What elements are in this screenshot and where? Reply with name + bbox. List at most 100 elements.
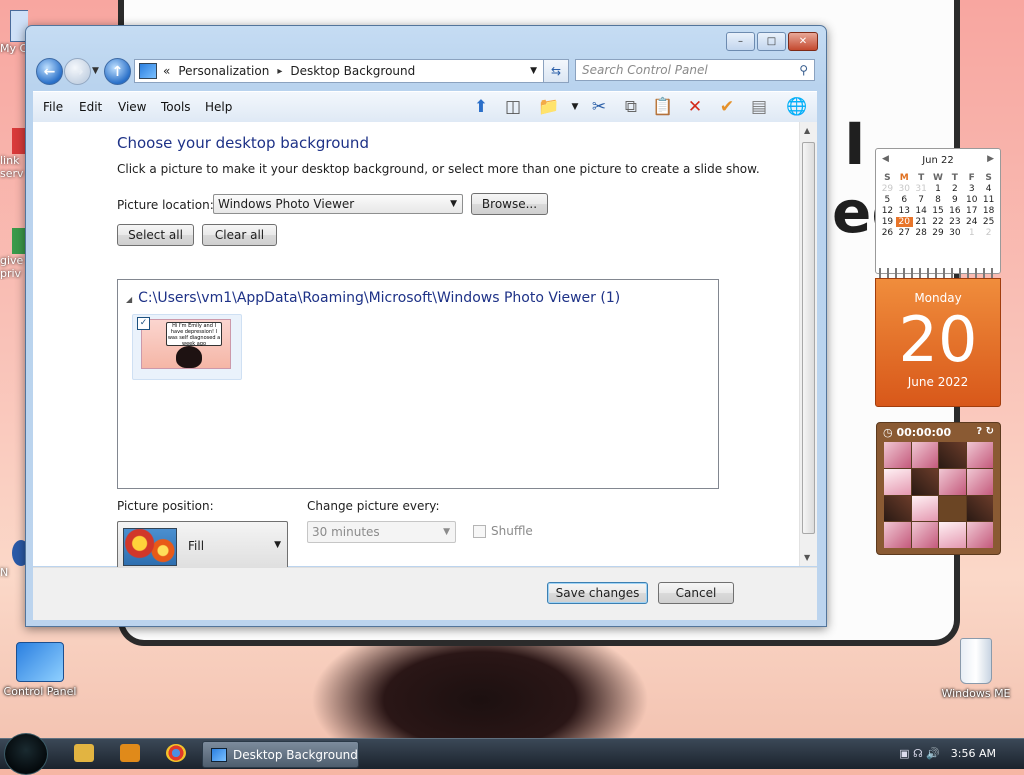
globe-icon[interactable]: 🌐 (785, 96, 809, 118)
calendar-day[interactable]: 2 (980, 228, 997, 238)
explorer-taskbar-icon[interactable] (74, 744, 94, 762)
delete-icon[interactable]: ✕ (683, 96, 707, 118)
shuffle-checkbox[interactable]: Shuffle (473, 524, 533, 538)
close-button[interactable]: ✕ (788, 32, 818, 51)
maximize-button[interactable]: □ (757, 32, 786, 51)
group-header[interactable]: ◢ C:\Users\vm1\AppData\Roaming\Microsoft\… (126, 290, 708, 306)
chrome-taskbar-icon[interactable] (166, 744, 186, 762)
up-button[interactable]: ↑ (104, 58, 131, 85)
search-input[interactable]: Search Control Panel ⚲ (575, 59, 815, 81)
puzzle-tile[interactable] (966, 495, 993, 522)
shuffle-box[interactable] (473, 524, 486, 538)
pane-icon[interactable]: ◫ (501, 96, 525, 118)
calendar-day[interactable]: 7 (913, 195, 930, 205)
puzzle-tiles[interactable] (884, 442, 993, 548)
paste-icon[interactable]: 📋 (651, 96, 675, 118)
calendar-day[interactable]: 29 (930, 228, 947, 238)
calendar-day[interactable]: 15 (930, 206, 947, 216)
puzzle-tile[interactable] (884, 495, 911, 522)
calendar-gadget-day[interactable]: Monday 20 June 2022 (875, 278, 1001, 407)
calendar-day[interactable]: 10 (963, 195, 980, 205)
calendar-day[interactable]: 8 (930, 195, 947, 205)
puzzle-tile[interactable] (939, 468, 966, 495)
calendar-day[interactable]: 4 (980, 184, 997, 194)
taskbar-window-desktop-background[interactable]: Desktop Background (202, 741, 359, 768)
menu-view[interactable]: View (118, 100, 146, 114)
puzzle-tile[interactable] (939, 522, 966, 548)
calendar-day[interactable]: 31 (913, 184, 930, 194)
browse-button[interactable]: Browse... (471, 193, 548, 215)
calendar-day[interactable]: 21 (913, 217, 930, 227)
thumbnail-checkbox[interactable]: ✓ (137, 317, 150, 330)
cancel-button[interactable]: Cancel (658, 582, 734, 604)
puzzle-help-icon[interactable]: ? ↻ (976, 426, 994, 437)
rename-icon[interactable]: ▤ (747, 96, 771, 118)
calendar-day[interactable]: 28 (913, 228, 930, 238)
folder-dropdown-icon[interactable]: ▼ (563, 96, 587, 118)
calendar-day[interactable]: 27 (896, 228, 913, 238)
back-button[interactable]: ← (36, 58, 63, 85)
start-button[interactable] (4, 733, 48, 775)
puzzle-tile[interactable] (911, 442, 938, 468)
collapse-triangle-icon[interactable]: ◢ (126, 295, 132, 304)
calendar-day[interactable]: 30 (896, 184, 913, 194)
forward-button[interactable]: → (64, 58, 91, 85)
calendar-day[interactable]: 6 (896, 195, 913, 205)
save-changes-button[interactable]: Save changes (547, 582, 648, 604)
calendar-day[interactable]: 22 (930, 217, 947, 227)
calendar-day[interactable]: 17 (963, 206, 980, 216)
calendar-day[interactable]: 24 (963, 217, 980, 227)
puzzle-tile[interactable] (966, 468, 993, 495)
recent-pages-dropdown[interactable]: ▼ (92, 66, 99, 76)
scroll-up-icon[interactable]: ▲ (804, 126, 810, 135)
calendar-gadget-month[interactable]: ◀ Jun 22 ▶ S M T W T F S 29 30 31 1 2 3 4 5 6 7 8 9 10 11 12 1… (875, 148, 1001, 274)
breadcrumb-separator[interactable]: ▸ (277, 66, 282, 77)
next-month-icon[interactable]: ▶ (987, 154, 994, 164)
media-player-taskbar-icon[interactable] (120, 744, 140, 762)
system-tray-icons[interactable]: ▣ ☊ 🔊 (899, 747, 940, 760)
address-bar[interactable]: « Personalization ▸ Desktop Background ▼ (134, 59, 544, 83)
calendar-day[interactable]: 26 (879, 228, 896, 238)
calendar-day[interactable]: 14 (913, 206, 930, 216)
calendar-day[interactable]: 25 (980, 217, 997, 227)
address-dropdown-icon[interactable]: ▼ (530, 66, 537, 76)
desktop-icon-give[interactable]: give priv (0, 228, 28, 280)
puzzle-tile[interactable] (884, 468, 911, 495)
copy-icon[interactable]: ⧉ (619, 96, 643, 118)
desktop-icon-control-panel[interactable]: Control Panel (0, 642, 80, 698)
calendar-day[interactable]: 3 (963, 184, 980, 194)
puzzle-tile[interactable] (966, 522, 993, 548)
refresh-button[interactable]: ⇆ (543, 59, 569, 83)
calendar-day[interactable]: 5 (879, 195, 896, 205)
desktop-icon-n[interactable]: N (0, 540, 28, 579)
breadcrumb-personalization[interactable]: Personalization (178, 64, 269, 78)
calendar-day[interactable]: 13 (896, 206, 913, 216)
menu-file[interactable]: File (43, 100, 63, 114)
puzzle-tile[interactable] (911, 495, 938, 522)
menu-help[interactable]: Help (205, 100, 232, 114)
puzzle-tile[interactable] (911, 522, 938, 548)
calendar-day[interactable]: 23 (946, 217, 963, 227)
menu-edit[interactable]: Edit (79, 100, 102, 114)
picture-position-select[interactable]: Fill ▼ (117, 521, 288, 571)
up-icon[interactable]: ⬆ (469, 96, 493, 118)
desktop-icon-recycle-bin[interactable]: Windows ME (936, 638, 1016, 700)
calendar-day[interactable]: 1 (963, 228, 980, 238)
calendar-day[interactable]: 12 (879, 206, 896, 216)
select-all-button[interactable]: Select all (117, 224, 194, 246)
puzzle-tile[interactable] (966, 442, 993, 468)
puzzle-tile[interactable] (884, 522, 911, 548)
calendar-day[interactable]: 19 (879, 217, 896, 227)
calendar-day[interactable]: 18 (980, 206, 997, 216)
menu-tools[interactable]: Tools (161, 100, 191, 114)
folder-icon[interactable]: 📁 (537, 96, 561, 118)
desktop-icon-link[interactable]: link serv (0, 128, 28, 180)
puzzle-tile[interactable] (911, 468, 938, 495)
calendar-day[interactable]: 9 (946, 195, 963, 205)
picture-thumbnail[interactable]: Hi I'm Emily and I have depression! I wa… (132, 314, 242, 380)
taskbar-clock[interactable]: 3:56 AM (951, 747, 996, 760)
change-picture-select[interactable]: 30 minutes ▼ (307, 521, 456, 543)
picture-location-select[interactable]: Windows Photo Viewer ▼ (213, 194, 463, 214)
picture-puzzle-gadget[interactable]: ◷ 00:00:00 ? ↻ (876, 422, 1001, 555)
cut-icon[interactable]: ✂ (587, 96, 611, 118)
